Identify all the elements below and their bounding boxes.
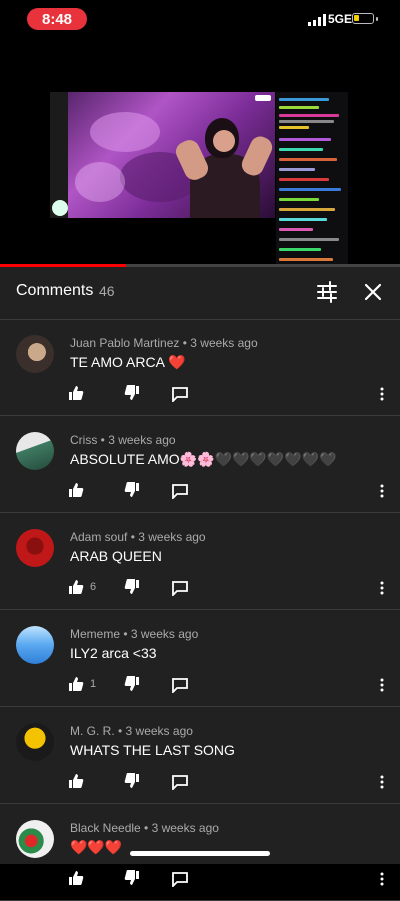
like-count: 6 [90, 581, 97, 593]
comment-actions [68, 870, 388, 891]
like-button[interactable]: 6 [68, 579, 96, 595]
thumbs-down-icon [124, 870, 139, 885]
commenter-avatar[interactable] [16, 723, 54, 761]
status-time: 8:48 [27, 8, 87, 30]
comment-text: ARAB QUEEN [70, 548, 162, 564]
more-vertical-icon [380, 678, 384, 692]
like-button[interactable] [68, 385, 90, 401]
like-button[interactable] [68, 773, 90, 789]
comment-item[interactable]: Criss • 3 weeks ago ABSOLUTE AMO🌸🌸🖤🖤🖤🖤🖤🖤… [0, 416, 400, 513]
comment-item[interactable]: M. G. R. • 3 weeks ago WHATS THE LAST SO… [0, 707, 400, 804]
more-options-button[interactable] [380, 386, 384, 407]
comment-item[interactable]: Adam souf • 3 weeks ago ARAB QUEEN 6 [0, 513, 400, 610]
comment-actions [68, 482, 388, 503]
stream-badge [255, 95, 271, 101]
video-frame [50, 92, 275, 218]
more-vertical-icon [380, 387, 384, 401]
dislike-button[interactable] [124, 482, 140, 503]
commenter-avatar[interactable] [16, 335, 54, 373]
dislike-button[interactable] [124, 385, 140, 406]
dislike-button[interactable] [124, 773, 140, 794]
comment-text: ILY2 arca <33 [70, 645, 157, 661]
comments-count: 46 [99, 283, 115, 299]
reply-button[interactable] [172, 580, 188, 601]
reply-button[interactable] [172, 774, 188, 795]
comment-author-and-time[interactable]: Adam souf • 3 weeks ago [70, 530, 206, 544]
network-type: 5GE [328, 12, 353, 26]
comments-title: Comments [16, 282, 94, 299]
more-vertical-icon [380, 484, 384, 498]
status-bar: 8:48 5GE [0, 0, 400, 40]
more-vertical-icon [380, 581, 384, 595]
signal-icon [308, 14, 326, 26]
sort-filter-button[interactable] [312, 277, 342, 307]
tune-icon [317, 281, 337, 303]
comment-item[interactable]: Juan Pablo Martinez • 3 weeks ago TE AMO… [0, 319, 400, 416]
comment-text: WHATS THE LAST SONG [70, 742, 235, 758]
comment-actions [68, 773, 388, 794]
stream-logo [54, 94, 94, 102]
thumbs-up-icon [69, 774, 84, 788]
more-options-button[interactable] [380, 483, 384, 504]
dislike-button[interactable] [124, 579, 140, 600]
thumbs-up-icon [69, 386, 84, 400]
comment-text: ABSOLUTE AMO🌸🌸🖤🖤🖤🖤🖤🖤🖤 [70, 451, 337, 467]
reply-button[interactable] [172, 871, 188, 892]
thumbs-up-icon [69, 871, 84, 885]
commenter-avatar[interactable] [16, 820, 54, 858]
like-count: 1 [90, 678, 97, 690]
thumbs-up-icon [69, 677, 84, 691]
like-button[interactable]: 1 [68, 676, 96, 692]
thumbs-up-icon [69, 580, 84, 594]
comment-author-and-time[interactable]: M. G. R. • 3 weeks ago [70, 724, 193, 738]
more-vertical-icon [380, 872, 384, 886]
comment-item[interactable]: Mememe • 3 weeks ago ILY2 arca <33 1 [0, 610, 400, 707]
like-button[interactable] [68, 482, 90, 498]
comments-panel: Comments 46 Juan Pablo Martinez • 3 week… [0, 267, 400, 901]
reply-button[interactable] [172, 483, 188, 504]
thumbs-down-icon [124, 385, 139, 400]
close-comments-button[interactable] [358, 277, 388, 307]
stream-emblem [52, 200, 68, 216]
comment-actions: 6 [68, 579, 388, 600]
reply-comment-icon [172, 581, 188, 598]
comment-actions: 1 [68, 676, 388, 697]
video-player[interactable] [0, 40, 400, 304]
thumbs-down-icon [124, 482, 139, 497]
reply-comment-icon [172, 872, 188, 889]
more-options-button[interactable] [380, 677, 384, 698]
thumbs-down-icon [124, 676, 139, 691]
dislike-button[interactable] [124, 870, 140, 891]
commenter-avatar[interactable] [16, 626, 54, 664]
reply-comment-icon [172, 387, 188, 404]
comment-author-and-time[interactable]: Mememe • 3 weeks ago [70, 627, 198, 641]
reply-comment-icon [172, 484, 188, 501]
reply-button[interactable] [172, 677, 188, 698]
more-options-button[interactable] [380, 580, 384, 601]
dislike-button[interactable] [124, 676, 140, 697]
more-options-button[interactable] [380, 774, 384, 795]
more-vertical-icon [380, 775, 384, 789]
like-button[interactable] [68, 870, 90, 886]
reply-comment-icon [172, 678, 188, 695]
thumbs-up-icon [69, 483, 84, 497]
comment-text: ❤️❤️❤️ [70, 839, 123, 855]
close-icon [364, 283, 382, 301]
more-options-button[interactable] [380, 871, 384, 892]
commenter-avatar[interactable] [16, 529, 54, 567]
comment-text: TE AMO ARCA ❤️ [70, 354, 186, 370]
comment-author-and-time[interactable]: Black Needle • 3 weeks ago [70, 821, 219, 835]
home-indicator[interactable] [130, 851, 270, 856]
commenter-avatar[interactable] [16, 432, 54, 470]
thumbs-down-icon [124, 579, 139, 594]
reply-button[interactable] [172, 386, 188, 407]
comment-author-and-time[interactable]: Criss • 3 weeks ago [70, 433, 176, 447]
comments-header: Comments 46 [0, 267, 400, 320]
battery-nub [376, 17, 378, 21]
comment-author-and-time[interactable]: Juan Pablo Martinez • 3 weeks ago [70, 336, 258, 350]
comment-actions [68, 385, 388, 406]
reply-comment-icon [172, 775, 188, 792]
thumbs-down-icon [124, 773, 139, 788]
battery-icon [352, 13, 374, 24]
